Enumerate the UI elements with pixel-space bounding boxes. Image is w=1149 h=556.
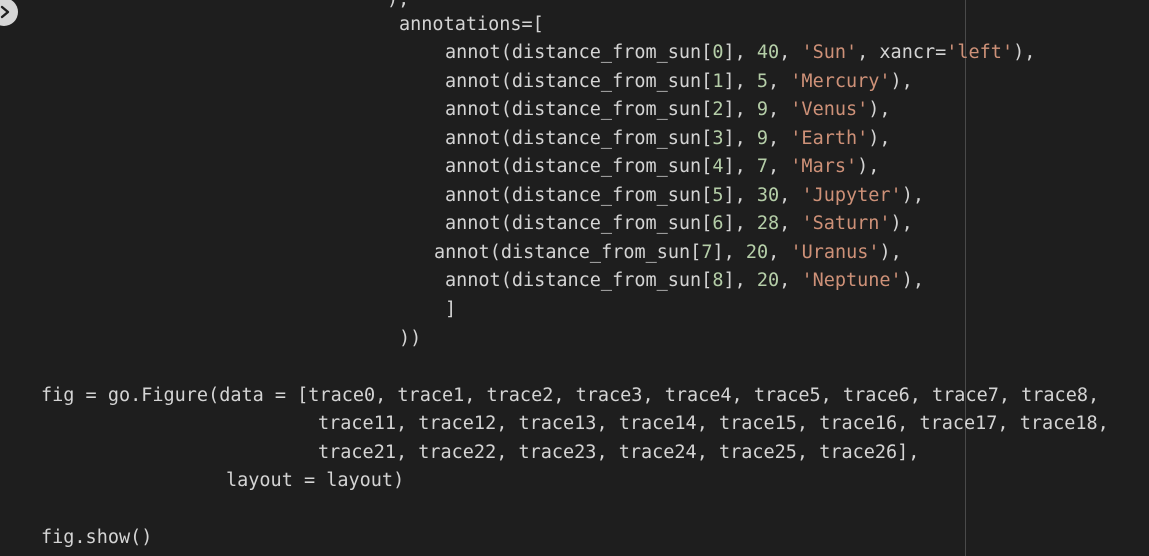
code-line: annotations=[ [399, 11, 544, 39]
code-token: layout = layout) [226, 470, 405, 491]
code-token: fig = go.Figure(data = [trace0, trace1, … [41, 385, 1100, 406]
string-token: 'Mars' [790, 156, 858, 177]
code-token: ], [723, 213, 757, 234]
code-token: ], [712, 242, 746, 263]
code-token: ], [723, 42, 757, 63]
code-token: annot(distance_from_sun[ [445, 42, 713, 63]
number-token: 2 [712, 99, 724, 120]
code-token: trace21, trace22, trace23, trace24, trac… [318, 442, 920, 463]
code-token: ], [723, 185, 757, 206]
code-token: annot(distance_from_sun[ [445, 128, 713, 149]
code-token: annot(distance_from_sun[ [445, 213, 713, 234]
number-token: 30 [756, 185, 780, 206]
play-icon [0, 5, 10, 19]
number-token: 20 [745, 242, 769, 263]
code-line: fig.show() [41, 524, 152, 552]
code-token: , [768, 128, 791, 149]
code-token: )) [399, 328, 422, 349]
code-line: layout = layout) [226, 467, 404, 495]
code-token: , [768, 71, 791, 92]
number-token: 20 [756, 270, 780, 291]
number-token: 9 [756, 128, 769, 149]
number-token: 4 [712, 156, 724, 177]
code-token: trace11, trace12, trace13, trace14, trac… [318, 413, 1109, 434]
code-token: ), [901, 270, 924, 291]
code-line: ] [445, 296, 456, 324]
code-line: annot(distance_from_sun[5], 30, 'Jupyter… [445, 182, 924, 210]
number-token: 5 [756, 71, 769, 92]
code-line: trace11, trace12, trace13, trace14, trac… [318, 410, 1109, 438]
code-token: ] [445, 299, 457, 320]
number-token: 7 [701, 242, 713, 263]
code-token: , [779, 213, 802, 234]
code-token: ], [723, 270, 757, 291]
code-token: ), [901, 185, 924, 206]
code-token: annot(distance_from_sun[ [445, 99, 713, 120]
code-token: annot(distance_from_sun[ [445, 156, 713, 177]
code-token: , [779, 270, 802, 291]
code-token: , xancr= [857, 42, 947, 63]
code-token: ], [723, 156, 757, 177]
code-token: , [398, 0, 409, 10]
number-token: 5 [712, 185, 724, 206]
number-token: 7 [756, 156, 769, 177]
code-token: annot(distance_from_sun[ [434, 242, 702, 263]
code-token: ), [868, 99, 891, 120]
code-line: annot(distance_from_sun[4], 7, 'Mars'), [445, 153, 879, 181]
string-token: 'Jupyter' [801, 185, 902, 206]
code-token: ), [868, 128, 891, 149]
string-token: 'Earth' [790, 128, 869, 149]
string-token: 'left' [946, 42, 1014, 63]
code-line: annot(distance_from_sun[1], 5, 'Mercury'… [445, 68, 913, 96]
string-token: 'Venus' [790, 99, 869, 120]
code-line: annot(distance_from_sun[6], 28, 'Saturn'… [445, 210, 913, 238]
number-token: 3 [712, 128, 724, 149]
code-token: ) [387, 0, 398, 10]
number-token: 0 [712, 42, 724, 63]
code-line: annot(distance_from_sun[7], 20, 'Uranus'… [434, 239, 902, 267]
code-line: annot(distance_from_sun[0], 40, 'Sun', x… [445, 39, 1035, 67]
string-token: 'Saturn' [801, 213, 891, 234]
string-token: 'Mercury' [790, 71, 891, 92]
code-token: ), [857, 156, 880, 177]
code-token: annot(distance_from_sun[ [445, 270, 713, 291]
number-token: 9 [756, 99, 769, 120]
code-token: , [779, 42, 802, 63]
code-token: ], [723, 71, 757, 92]
code-token: annot(distance_from_sun[ [445, 185, 713, 206]
code-token: , [768, 156, 791, 177]
code-token: , [779, 185, 802, 206]
number-token: 40 [756, 42, 780, 63]
code-token: , [768, 242, 791, 263]
code-line: annot(distance_from_sun[2], 9, 'Venus'), [445, 96, 891, 124]
code-token: ), [890, 213, 913, 234]
ruler-guide [965, 0, 966, 556]
number-token: 6 [712, 213, 724, 234]
code-token: ), [879, 242, 902, 263]
code-line: fig = go.Figure(data = [trace0, trace1, … [41, 382, 1099, 410]
code-line: annot(distance_from_sun[3], 9, 'Earth'), [445, 125, 891, 153]
number-token: 1 [712, 71, 724, 92]
code-token: ), [1013, 42, 1036, 63]
string-token: 'Uranus' [790, 242, 880, 263]
code-token: fig.show() [41, 527, 153, 548]
code-token: , [768, 99, 791, 120]
string-token: 'Neptune' [801, 270, 902, 291]
string-token: 'Sun' [801, 42, 858, 63]
code-token: annotations=[ [399, 14, 544, 35]
code-token: annot(distance_from_sun[ [445, 71, 713, 92]
code-editor[interactable]: ), annotations=[ annot(distance_from_sun… [0, 0, 1149, 556]
code-line: )) [399, 325, 421, 353]
code-line: trace21, trace22, trace23, trace24, trac… [318, 439, 919, 467]
code-token: ), [890, 71, 913, 92]
code-line: annot(distance_from_sun[8], 20, 'Neptune… [445, 267, 924, 295]
code-token: ], [723, 128, 757, 149]
number-token: 28 [756, 213, 780, 234]
number-token: 8 [712, 270, 724, 291]
run-cell-button[interactable] [0, 0, 18, 26]
code-token: ], [723, 99, 757, 120]
